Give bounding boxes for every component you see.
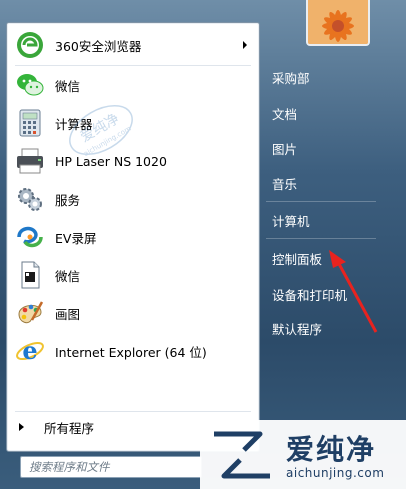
programs-pane: 360安全浏览器 微信 计算器 HP Laser NS 1020 服务 EV录屏… — [6, 22, 260, 452]
program-label: 360安全浏览器 — [55, 38, 142, 54]
program-label: 微信 — [55, 78, 81, 94]
program-label: EV录屏 — [55, 230, 97, 246]
document-icon — [13, 258, 47, 292]
program-ev-recorder[interactable]: EV录屏 — [7, 219, 257, 255]
watermark-domain: aichunjing.com — [286, 466, 385, 480]
program-label: 服务 — [55, 192, 81, 208]
wechat-icon — [13, 68, 47, 102]
right-item-computer[interactable]: 计算机 — [272, 211, 310, 230]
right-item-pictures[interactable]: 图片 — [272, 139, 297, 158]
expand-arrow-icon — [19, 423, 24, 431]
right-item-purchasing[interactable]: 采购部 — [272, 68, 310, 87]
360-browser-icon — [13, 28, 47, 62]
calculator-icon — [13, 106, 47, 140]
divider — [15, 411, 251, 412]
program-label: 画图 — [55, 306, 81, 322]
program-wechat-shortcut[interactable]: 微信 — [7, 257, 257, 293]
program-label: Internet Explorer (64 位) — [55, 344, 207, 360]
search-box[interactable] — [20, 456, 202, 478]
printer-icon — [13, 144, 47, 178]
program-360-browser[interactable]: 360安全浏览器 — [7, 27, 257, 63]
watermark-logo: 爱纯净 aichunjing.com — [200, 420, 406, 489]
ie-icon: e — [13, 334, 47, 368]
all-programs-label: 所有程序 — [44, 420, 95, 436]
right-item-documents[interactable]: 文档 — [272, 104, 297, 123]
right-item-default-programs[interactable]: 默认程序 — [272, 319, 322, 338]
program-label: 微信 — [55, 268, 81, 284]
paint-icon — [13, 296, 47, 330]
right-item-music[interactable]: 音乐 — [272, 174, 297, 193]
program-services[interactable]: 服务 — [7, 181, 257, 217]
right-divider — [266, 238, 376, 239]
right-item-devices-printers[interactable]: 设备和打印机 — [272, 285, 347, 304]
submenu-arrow-icon[interactable] — [243, 41, 247, 49]
right-item-control-panel[interactable]: 控制面板 — [272, 249, 322, 268]
divider — [15, 65, 251, 66]
watermark-stamp: 爱纯净 aichunjing.com — [61, 95, 141, 169]
watermark-brand: 爱纯净 — [286, 433, 377, 466]
program-internet-explorer[interactable]: e Internet Explorer (64 位) — [7, 333, 257, 369]
start-menu: 360安全浏览器 微信 计算器 HP Laser NS 1020 服务 EV录屏… — [0, 0, 406, 489]
watermark-logo-icon — [214, 431, 270, 479]
svg-text:e: e — [22, 336, 37, 365]
user-avatar[interactable] — [306, 0, 370, 46]
ev-recorder-icon — [13, 220, 47, 254]
search-input[interactable] — [21, 459, 181, 475]
gears-icon — [13, 182, 47, 216]
program-paint[interactable]: 画图 — [7, 295, 257, 331]
right-divider — [266, 201, 376, 202]
